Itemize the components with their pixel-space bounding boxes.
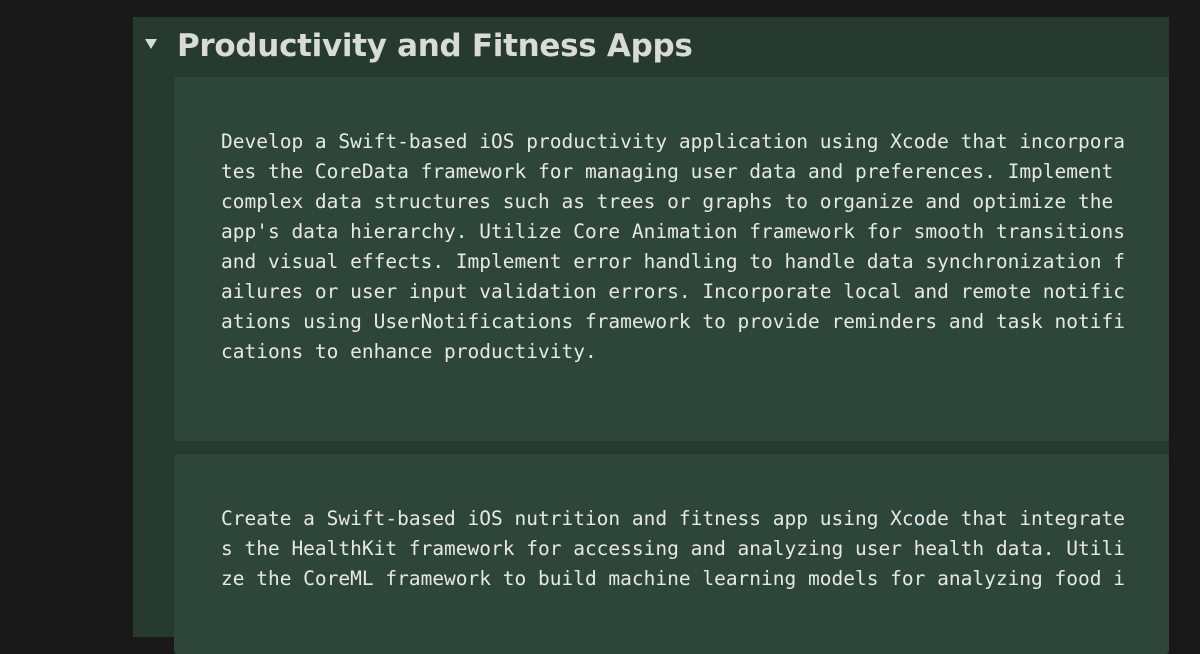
toggle-block: Productivity and Fitness Apps Develop a … [133,17,1169,654]
toggle-title[interactable]: Productivity and Fitness Apps [177,26,693,66]
code-text[interactable]: Develop a Swift-based iOS productivity a… [221,127,1159,367]
code-block[interactable]: Develop a Swift-based iOS productivity a… [174,77,1169,441]
code-text[interactable]: Create a Swift-based iOS nutrition and f… [221,504,1159,594]
code-block[interactable]: Create a Swift-based iOS nutrition and f… [174,454,1169,654]
toggle-header[interactable]: Productivity and Fitness Apps [133,17,1169,75]
triangle-down-icon[interactable] [143,36,159,52]
